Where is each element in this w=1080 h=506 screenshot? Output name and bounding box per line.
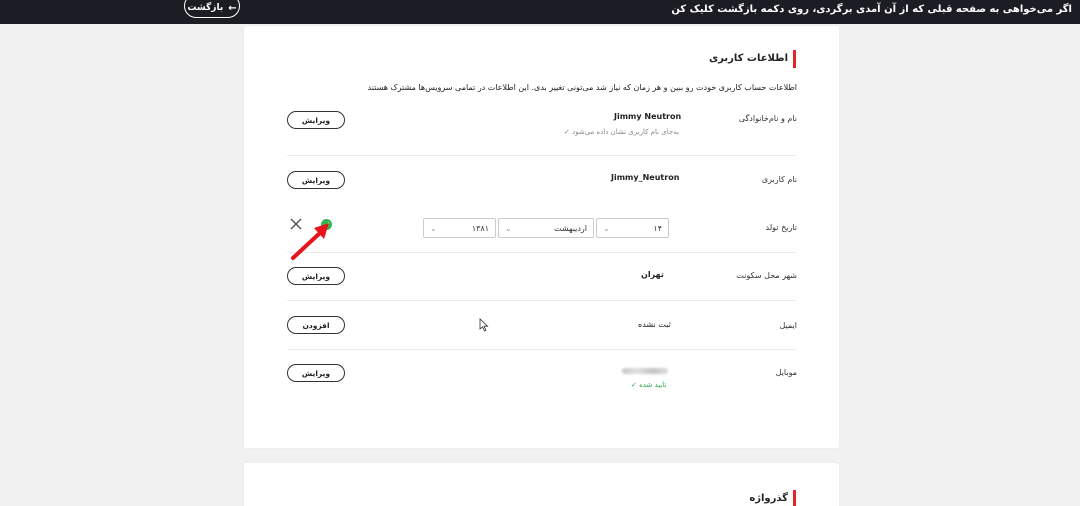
chevron-down-icon: ⌄ (430, 223, 437, 233)
birth-year-value: ۱۳۸۱ (471, 223, 489, 233)
full-name-note: به‌جای نام کاربری نشان داده می‌شود ✓ (564, 128, 679, 136)
mobile-verified-status: تایید شده ✓ (631, 381, 666, 389)
edit-username-button[interactable]: ویرایش (287, 171, 345, 189)
divider (287, 349, 796, 350)
divider (287, 155, 796, 156)
birth-day-value: ۱۴ (653, 223, 662, 233)
add-email-button[interactable]: افزودن (287, 316, 345, 334)
back-hint-text: اگر می‌خواهی به صفحه قبلی که از آن آمدی … (671, 4, 1072, 15)
email-value: ثبت نشده (638, 320, 671, 329)
birthdate-label: تاریخ تولد (765, 223, 797, 232)
divider (287, 252, 796, 253)
username-label: نام کاربری (761, 175, 797, 184)
user-info-description: اطلاعات حساب کاربری خودت رو ببین و هر زم… (367, 83, 797, 92)
birth-year-select[interactable]: ۱۳۸۱ ⌄ (423, 218, 496, 238)
chevron-down-icon: ⌄ (603, 223, 610, 233)
username-value: Jimmy_Neutron (611, 173, 680, 182)
full-name-label: نام و نام‌خانوادگی (738, 114, 797, 123)
chevron-down-icon: ⌄ (505, 223, 512, 233)
mobile-label: موبایل (775, 368, 797, 377)
city-label: شهر محل سکونت (736, 271, 797, 280)
edit-city-button[interactable]: ویرایش (287, 267, 345, 285)
back-button[interactable]: بازگشت ← (184, 0, 240, 18)
full-name-note-text: به‌جای نام کاربری نشان داده می‌شود (572, 128, 679, 136)
back-button-label: بازگشت (187, 3, 224, 13)
check-small-icon: ✓ (631, 381, 637, 389)
divider (287, 300, 796, 301)
full-name-value: Jimmy Neutron (614, 112, 682, 121)
red-arrow-annotation-icon (291, 223, 329, 260)
arrow-left-icon: ← (228, 2, 237, 14)
mobile-value-blurred (622, 368, 668, 374)
password-card: گذرواژه (244, 463, 839, 506)
edit-full-name-button[interactable]: ویرایش (287, 111, 345, 129)
birth-day-select[interactable]: ۱۴ ⌄ (596, 218, 669, 238)
top-bar: بازگشت ← اگر می‌خواهی به صفحه قبلی که از… (0, 0, 1080, 24)
email-label: ایمیل (779, 321, 797, 330)
password-title: گذرواژه (749, 490, 796, 506)
edit-mobile-button[interactable]: ویرایش (287, 364, 345, 382)
birth-month-select[interactable]: اردیبهشت ⌄ (498, 218, 594, 238)
check-small-icon: ✓ (564, 128, 570, 136)
mobile-verified-text: تایید شده (639, 381, 667, 389)
birth-month-value: اردیبهشت (554, 223, 587, 233)
city-value: تهران (641, 270, 664, 279)
user-info-title: اطلاعات کاربری (709, 50, 797, 68)
mouse-cursor-icon (479, 318, 489, 332)
